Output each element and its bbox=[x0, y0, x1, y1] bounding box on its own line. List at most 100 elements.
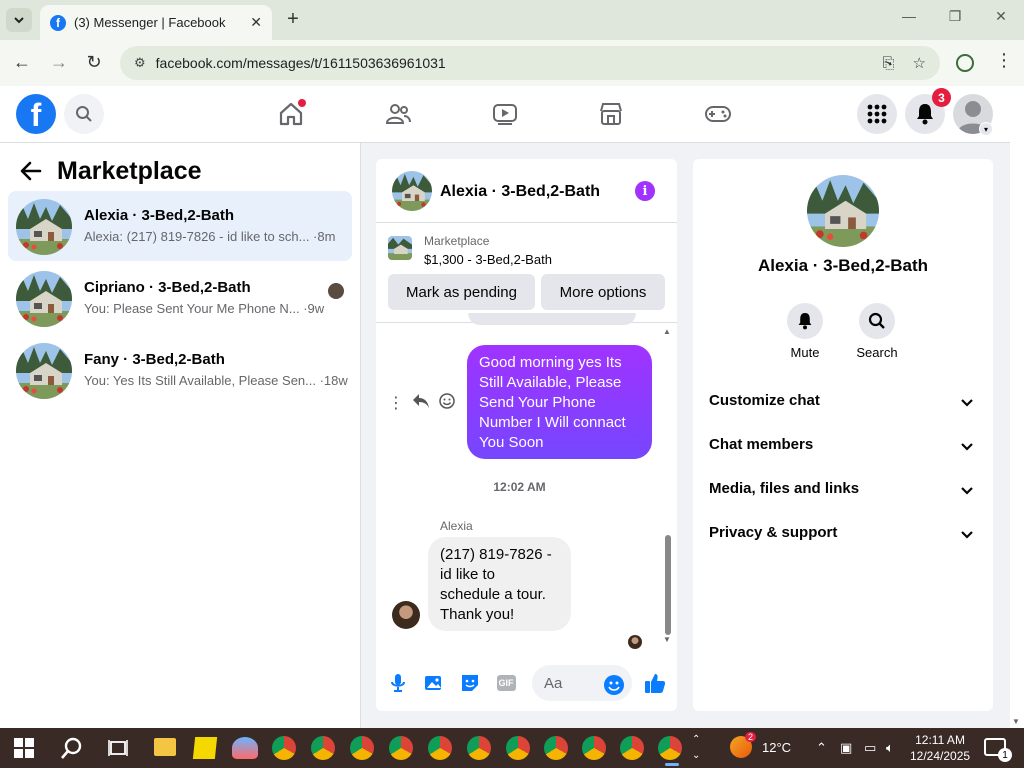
windows-start-icon[interactable] bbox=[14, 738, 34, 761]
bell-icon bbox=[917, 104, 933, 125]
chrome-taskbar-icon[interactable] bbox=[467, 736, 491, 760]
reply-icon[interactable] bbox=[412, 393, 430, 414]
more-actions-icon[interactable]: ⋮ bbox=[388, 393, 404, 413]
chrome-taskbar-icon[interactable] bbox=[620, 736, 644, 760]
file-explorer-icon[interactable] bbox=[154, 738, 176, 756]
system-clock[interactable]: 12:11 AM 12/24/2025 bbox=[910, 732, 970, 764]
omnibox[interactable]: ⚙ facebook.com/messages/t/16115036369610… bbox=[120, 46, 940, 80]
chat-header: Alexia · 3-Bed,2-Bath i bbox=[376, 159, 677, 223]
page-scrollbar[interactable]: ▼ bbox=[1010, 86, 1024, 728]
page-scroll-down-icon[interactable]: ▼ bbox=[1012, 717, 1020, 726]
conversation-item-cipriano[interactable]: Cipriano · 3-Bed,2-Bath You: Please Sent… bbox=[8, 263, 352, 333]
facebook-logo-icon[interactable]: f bbox=[16, 94, 56, 134]
chrome-taskbar-icon[interactable] bbox=[389, 736, 413, 760]
notification-center-icon[interactable]: 1 bbox=[984, 738, 1012, 762]
home-nav[interactable] bbox=[276, 99, 306, 129]
chrome-taskbar-icon[interactable] bbox=[350, 736, 374, 760]
info-icon[interactable]: i bbox=[635, 181, 655, 201]
reload-button[interactable]: ↻ bbox=[83, 52, 105, 73]
chrome-taskbar-icon[interactable] bbox=[658, 736, 682, 760]
chat-title[interactable]: Alexia · 3-Bed,2-Bath bbox=[440, 183, 600, 201]
photo-icon[interactable] bbox=[424, 673, 444, 693]
menu-grid-button[interactable] bbox=[857, 94, 897, 134]
browser-tab-bar: f (3) Messenger | Facebook ✕ + — ❐ ✕ bbox=[0, 0, 1024, 40]
section-chat-members[interactable]: Chat members bbox=[709, 436, 977, 456]
sender-avatar[interactable] bbox=[392, 601, 420, 629]
sticky-notes-icon[interactable] bbox=[192, 737, 218, 759]
new-tab-button[interactable]: + bbox=[282, 8, 304, 30]
react-smiley-icon[interactable] bbox=[439, 393, 455, 414]
chrome-taskbar-icon[interactable] bbox=[311, 736, 335, 760]
friends-nav[interactable] bbox=[383, 99, 413, 129]
incoming-message-bubble[interactable]: (217) 819-7826 - id like to schedule a t… bbox=[428, 537, 571, 631]
chrome-taskbar-icon[interactable] bbox=[582, 736, 606, 760]
chrome-taskbar-icon[interactable] bbox=[428, 736, 452, 760]
back-arrow-icon[interactable] bbox=[20, 161, 42, 187]
section-customize-chat[interactable]: Customize chat bbox=[709, 392, 977, 412]
browser-profile-icon[interactable] bbox=[956, 54, 974, 72]
taskbar-overflow-arrows[interactable]: ⌃ ⌄ bbox=[692, 732, 700, 764]
network-icon[interactable]: ▭ bbox=[864, 740, 876, 756]
taskbar-search-icon[interactable] bbox=[60, 736, 84, 763]
section-media-files-links[interactable]: Media, files and links bbox=[709, 480, 977, 500]
conversation-item-fany[interactable]: Fany · 3-Bed,2-Bath You: Yes Its Still A… bbox=[8, 335, 352, 405]
details-avatar-thumbnail[interactable] bbox=[807, 175, 879, 247]
marketplace-nav[interactable] bbox=[596, 99, 626, 129]
previous-message-bubble bbox=[468, 313, 636, 325]
task-view-icon[interactable] bbox=[108, 738, 128, 761]
scrollbar-thumb[interactable] bbox=[665, 535, 671, 635]
chrome-taskbar-icon[interactable] bbox=[544, 736, 568, 760]
url-text[interactable]: facebook.com/messages/t/1611503636961031 bbox=[156, 55, 865, 71]
account-chevron-icon[interactable]: ▾ bbox=[979, 122, 993, 136]
chat-avatar-thumbnail[interactable] bbox=[392, 171, 432, 211]
volume-icon[interactable]: 🔈︎ bbox=[886, 740, 894, 756]
section-privacy-support[interactable]: Privacy & support bbox=[709, 524, 977, 544]
section-label: Media, files and links bbox=[709, 480, 860, 497]
listing-source: Marketplace bbox=[424, 234, 490, 248]
minimize-button[interactable]: — bbox=[894, 8, 924, 24]
browser-menu-icon[interactable]: ⋮ bbox=[995, 50, 1013, 71]
emoji-icon[interactable] bbox=[604, 675, 624, 695]
show-hidden-icons[interactable]: ⌃ bbox=[816, 740, 827, 756]
thread-scrollbar[interactable]: ▲ ▼ bbox=[663, 323, 673, 653]
conversation-item-alexia[interactable]: Alexia · 3-Bed,2-Bath Alexia: (217) 819-… bbox=[8, 191, 352, 261]
video-nav[interactable] bbox=[490, 99, 520, 129]
scroll-down-arrow-icon[interactable]: ▼ bbox=[663, 635, 671, 644]
listing-price[interactable]: $1,300 - 3-Bed,2-Bath bbox=[424, 252, 552, 267]
mute-action[interactable]: Mute bbox=[775, 303, 835, 360]
search-icon[interactable] bbox=[859, 303, 895, 339]
paint-app-icon[interactable] bbox=[232, 737, 258, 759]
message-composer: GIF Aa bbox=[376, 663, 677, 703]
clock-date: 12/24/2025 bbox=[910, 749, 971, 763]
gif-icon[interactable]: GIF bbox=[496, 673, 516, 693]
search-action[interactable]: Search bbox=[847, 303, 907, 360]
listing-thumbnail[interactable] bbox=[388, 236, 412, 260]
microphone-icon[interactable] bbox=[388, 673, 408, 693]
browser-tab-messenger[interactable]: f (3) Messenger | Facebook ✕ bbox=[40, 5, 272, 40]
site-settings-icon[interactable]: ⚙ bbox=[134, 55, 146, 71]
meet-now-icon[interactable]: ▣ bbox=[840, 740, 852, 756]
temperature-text[interactable]: 12°C bbox=[762, 740, 791, 755]
install-app-icon[interactable]: ⎘ bbox=[883, 55, 895, 72]
mark-as-pending-button[interactable]: Mark as pending bbox=[388, 274, 535, 310]
bookmark-star-icon[interactable]: ☆ bbox=[913, 54, 926, 72]
listing-house-thumbnail bbox=[16, 271, 72, 327]
tab-search-dropdown[interactable] bbox=[6, 8, 32, 32]
close-window-button[interactable]: ✕ bbox=[986, 8, 1016, 25]
weather-icon[interactable]: 2 bbox=[730, 732, 756, 758]
notifications-button[interactable]: 3 bbox=[905, 88, 951, 134]
sticker-icon[interactable] bbox=[460, 673, 480, 693]
chrome-taskbar-icon[interactable] bbox=[272, 736, 296, 760]
back-button[interactable]: ← bbox=[11, 52, 33, 73]
tab-close-icon[interactable]: ✕ bbox=[250, 14, 262, 31]
outgoing-message-bubble[interactable]: Good morning yes Its Still Available, Pl… bbox=[467, 345, 652, 459]
chrome-taskbar-icon[interactable] bbox=[506, 736, 530, 760]
forward-button[interactable]: → bbox=[48, 52, 70, 73]
scroll-up-arrow-icon[interactable]: ▲ bbox=[663, 327, 671, 336]
more-options-button[interactable]: More options bbox=[541, 274, 665, 310]
facebook-search-button[interactable] bbox=[64, 94, 104, 134]
restore-button[interactable]: ❐ bbox=[940, 8, 970, 25]
thumbs-up-icon[interactable] bbox=[644, 672, 666, 694]
mute-bell-icon[interactable] bbox=[787, 303, 823, 339]
gaming-nav[interactable] bbox=[703, 99, 733, 129]
